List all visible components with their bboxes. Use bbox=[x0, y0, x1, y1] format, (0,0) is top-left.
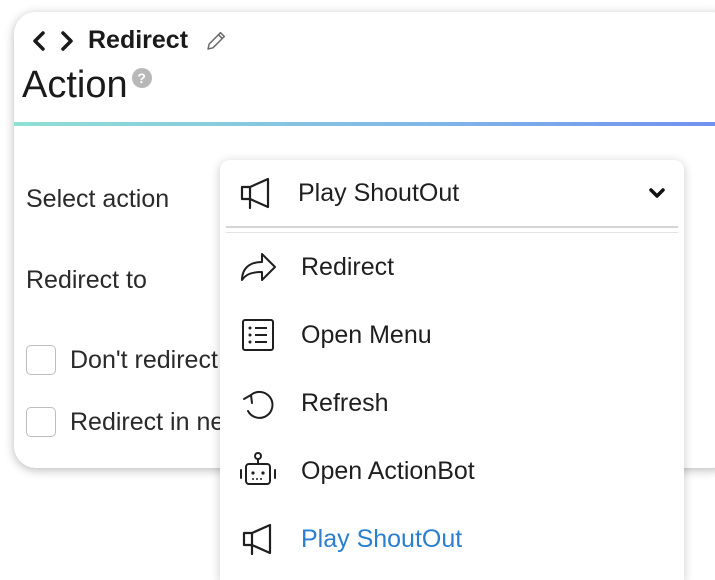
megaphone-icon bbox=[236, 176, 276, 210]
dont-redirect-checkbox[interactable] bbox=[26, 345, 56, 375]
refresh-icon bbox=[236, 385, 280, 421]
select-action-label: Select action bbox=[26, 185, 170, 213]
help-icon[interactable]: ? bbox=[131, 68, 152, 88]
redirect-new-window-checkbox[interactable] bbox=[26, 407, 56, 437]
header-nav: Redirect bbox=[28, 26, 228, 55]
dropdown-selected-label: Play ShoutOut bbox=[298, 178, 460, 207]
option-open-actionbot[interactable]: Open ActionBot bbox=[220, 437, 684, 505]
option-label: Open Menu bbox=[301, 320, 432, 349]
dropdown-selected-value[interactable]: Play ShoutOut bbox=[220, 160, 684, 226]
page-title-text: Action bbox=[22, 64, 128, 106]
option-label: Redirect bbox=[301, 252, 395, 281]
dropdown-separator bbox=[226, 226, 678, 228]
nav-title: Redirect bbox=[88, 26, 189, 54]
dont-redirect-label: Don't redirect bbox=[70, 345, 218, 374]
dont-redirect-row[interactable]: Don't redirect bbox=[26, 345, 218, 375]
pencil-icon bbox=[207, 31, 226, 50]
chevron-down-icon bbox=[648, 186, 666, 200]
robot-icon bbox=[236, 451, 280, 491]
chevron-left-icon bbox=[33, 30, 45, 51]
option-redirect[interactable]: Redirect bbox=[220, 233, 684, 301]
option-play-shoutout[interactable]: Play ShoutOut bbox=[220, 505, 684, 573]
option-label: Refresh bbox=[301, 388, 389, 417]
header-divider bbox=[14, 122, 715, 126]
page-title: Action ? bbox=[22, 64, 152, 107]
chevron-right-icon bbox=[61, 30, 73, 51]
back-button[interactable] bbox=[28, 28, 50, 54]
select-action-dropdown[interactable]: Play ShoutOut Redirect Open Menu Refresh… bbox=[220, 160, 684, 580]
forward-button[interactable] bbox=[56, 28, 78, 54]
redirect-to-label: Redirect to bbox=[26, 266, 147, 294]
megaphone-icon bbox=[236, 522, 280, 556]
list-icon bbox=[236, 317, 280, 353]
option-label: Play ShoutOut bbox=[301, 524, 463, 553]
option-refresh[interactable]: Refresh bbox=[220, 369, 684, 437]
option-label: Open ActionBot bbox=[301, 456, 475, 485]
share-arrow-icon bbox=[236, 250, 280, 284]
option-open-menu[interactable]: Open Menu bbox=[220, 301, 684, 369]
edit-button[interactable] bbox=[204, 29, 228, 53]
